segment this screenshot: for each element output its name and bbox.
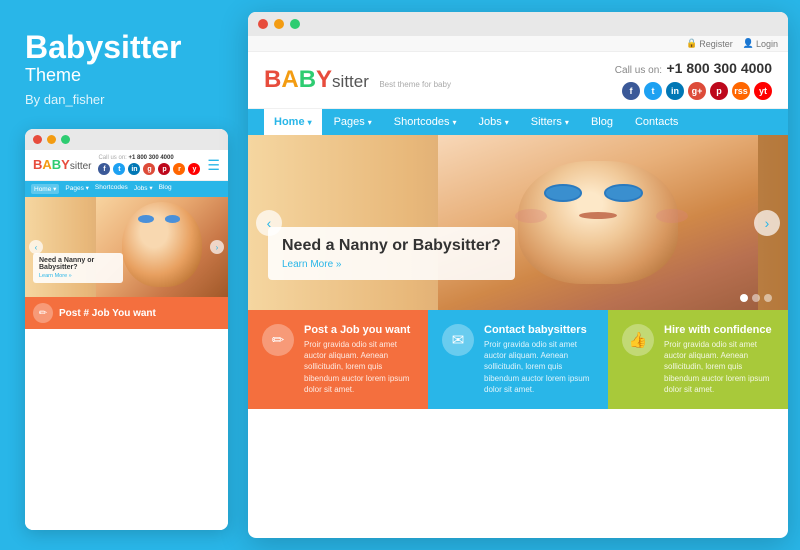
register-icon: 🔒 Register (686, 38, 733, 49)
nav-item-shortcodes[interactable]: Shortcodes ▾ (384, 109, 467, 135)
mini-phone-label: Call us on: +1 800 300 4000 (98, 155, 200, 161)
hero-dot-1[interactable] (740, 294, 748, 302)
register-label[interactable]: Register (699, 39, 733, 49)
feature-card-hire: 👍 Hire with confidence Proir gravida odi… (608, 310, 788, 409)
mini-social-row: f t in g p r y (98, 163, 200, 175)
hero-next-button[interactable]: › (754, 210, 780, 236)
mini-hero: Need a Nanny or Babysitter? Learn More »… (25, 197, 228, 297)
feature-cards: ✏ Post a Job you want Proir gravida odio… (248, 310, 788, 409)
brand-author: By dan_fisher (25, 92, 228, 107)
nav-item-pages[interactable]: Pages ▾ (324, 109, 382, 135)
mini-nav-blog: Blog (159, 184, 172, 194)
mini-youtube-icon: y (188, 163, 200, 175)
hero-prev-button[interactable]: ‹ (256, 210, 282, 236)
mini-google-icon: g (143, 163, 155, 175)
googleplus-icon[interactable]: g+ (688, 82, 706, 100)
mini-browser-content: BABYsitter Call us on: +1 800 300 4000 f… (25, 150, 228, 530)
mini-pinterest-icon: p (158, 163, 170, 175)
main-dot-red (258, 19, 268, 29)
brand-title: Babysitter (25, 30, 228, 65)
mini-dot-yellow (47, 135, 56, 144)
pinterest-icon[interactable]: p (710, 82, 728, 100)
hero-dot-3[interactable] (764, 294, 772, 302)
twitter-icon[interactable]: t (644, 82, 662, 100)
main-hero-title: Need a Nanny or Babysitter? (282, 237, 501, 255)
right-panel: 🔒 Register 👤 Login BABYsitter Best theme… (248, 0, 800, 550)
feature-card-post: ✏ Post a Job you want Proir gravida odio… (248, 310, 428, 409)
main-dot-green (290, 19, 300, 29)
main-browser: 🔒 Register 👤 Login BABYsitter Best theme… (248, 12, 788, 538)
youtube-icon[interactable]: yt (754, 82, 772, 100)
main-nav: Home ▾ Pages ▾ Shortcodes ▾ Jobs ▾ Sitte… (248, 109, 788, 135)
mini-post-text: Post # Job You want (59, 308, 156, 319)
mini-chevron-left-icon[interactable]: ‹ (29, 240, 43, 254)
main-header-right: Call us on: +1 800 300 4000 f t in g+ p … (615, 60, 772, 100)
nav-item-home[interactable]: Home ▾ (264, 109, 322, 135)
feature-post-title: Post a Job you want (304, 324, 414, 336)
mini-browser-titlebar (25, 129, 228, 150)
feature-contact-title: Contact babysitters (484, 324, 594, 336)
hero-dot-2[interactable] (752, 294, 760, 302)
login-link[interactable]: 👤 Login (743, 38, 778, 49)
left-panel: Babysitter Theme By dan_fisher BABYsitte… (0, 0, 248, 550)
hire-icon: 👍 (622, 324, 654, 356)
mini-logo: BABYsitter (33, 156, 92, 174)
main-browser-titlebar (248, 12, 788, 36)
contact-icon: ✉ (442, 324, 474, 356)
main-site-header: BABYsitter Best theme for baby Call us o… (248, 52, 788, 109)
mini-header-right: Call us on: +1 800 300 4000 f t in g p r… (98, 155, 200, 175)
linkedin-icon[interactable]: in (666, 82, 684, 100)
main-hero-link[interactable]: Learn More » (282, 259, 501, 270)
feature-contact-body: Proir gravida odio sit amet auctor aliqu… (484, 339, 594, 395)
mini-nav-pages: Pages ▾ (65, 184, 89, 194)
nav-item-blog[interactable]: Blog (581, 109, 623, 135)
logo-tagline: Best theme for baby (379, 80, 451, 89)
feature-card-contact: ✉ Contact babysitters Proir gravida odio… (428, 310, 608, 409)
user-icon: 👤 (743, 38, 754, 49)
mini-dot-green (61, 135, 70, 144)
mini-dot-red (33, 135, 42, 144)
feature-contact-content: Contact babysitters Proir gravida odio s… (484, 324, 594, 395)
social-icons-row: f t in g+ p rss yt (615, 82, 772, 100)
main-dot-yellow (274, 19, 284, 29)
mini-site-header: BABYsitter Call us on: +1 800 300 4000 f… (25, 150, 228, 181)
nav-item-jobs[interactable]: Jobs ▾ (468, 109, 518, 135)
mini-browser: BABYsitter Call us on: +1 800 300 4000 f… (25, 129, 228, 530)
mini-hero-overlay: Need a Nanny or Babysitter? Learn More » (33, 253, 123, 283)
nav-item-sitters[interactable]: Sitters ▾ (521, 109, 579, 135)
brand-subtitle: Theme (25, 65, 228, 86)
post-job-icon: ✏ (262, 324, 294, 356)
nav-item-contacts[interactable]: Contacts (625, 109, 688, 135)
main-hero-overlay: Need a Nanny or Babysitter? Learn More » (268, 227, 515, 280)
register-icon-symbol: 🔒 (686, 38, 697, 49)
login-label[interactable]: Login (756, 39, 778, 49)
mini-nav-shortcodes: Shortcodes (95, 184, 128, 194)
call-label: Call us on: +1 800 300 4000 (615, 60, 772, 78)
main-hero-baby (438, 135, 758, 310)
main-hero: Need a Nanny or Babysitter? Learn More »… (248, 135, 788, 310)
feature-hire-body: Proir gravida odio sit amet auctor aliqu… (664, 339, 774, 395)
mini-hero-title: Need a Nanny or Babysitter? (39, 257, 117, 271)
mini-post-icon: ✏ (33, 303, 53, 323)
mini-nav-jobs: Jobs ▾ (134, 184, 153, 194)
mini-post-bar: ✏ Post # Job You want (25, 297, 228, 329)
register-bar: 🔒 Register 👤 Login (248, 36, 788, 52)
main-logo: BABYsitter Best theme for baby (264, 66, 451, 94)
feature-hire-title: Hire with confidence (664, 324, 774, 336)
hero-dots (740, 294, 772, 302)
mini-chevron-right-icon[interactable]: › (210, 240, 224, 254)
mini-nav: Home ▾ Pages ▾ Shortcodes Jobs ▾ Blog (25, 181, 228, 197)
mini-nav-home: Home ▾ (31, 184, 59, 194)
mini-menu-icon: ☰ (207, 157, 220, 174)
mini-rss-icon: r (173, 163, 185, 175)
feature-post-content: Post a Job you want Proir gravida odio s… (304, 324, 414, 395)
facebook-icon[interactable]: f (622, 82, 640, 100)
rss-icon[interactable]: rss (732, 82, 750, 100)
feature-post-body: Proir gravida odio sit amet auctor aliqu… (304, 339, 414, 395)
mini-hero-link: Learn More » (39, 273, 117, 279)
mini-linkedin-icon: in (128, 163, 140, 175)
mini-twitter-icon: t (113, 163, 125, 175)
feature-hire-content: Hire with confidence Proir gravida odio … (664, 324, 774, 395)
mini-facebook-icon: f (98, 163, 110, 175)
